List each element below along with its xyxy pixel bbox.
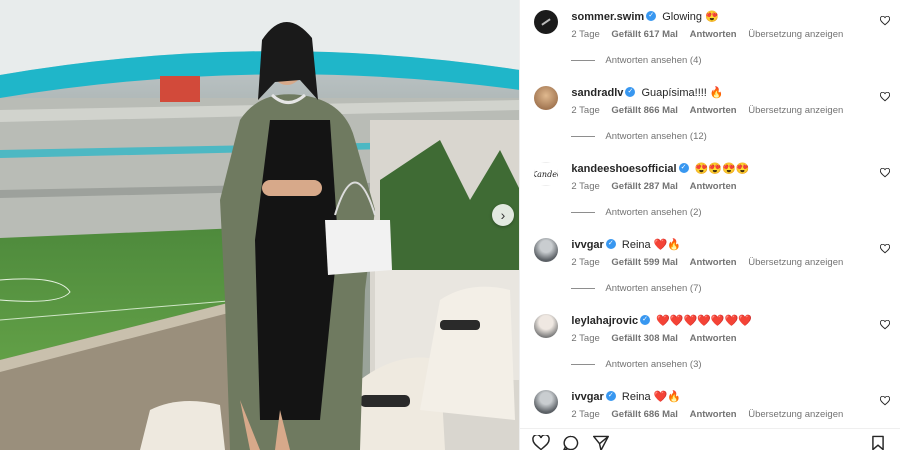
reply-button[interactable]: Antworten bbox=[690, 181, 737, 192]
comment-likes[interactable]: Gefällt 287 Mal bbox=[611, 181, 678, 192]
comment-meta: 2 Tage Gefällt 617 Mal Antworten Überset… bbox=[571, 29, 852, 40]
avatar[interactable] bbox=[534, 390, 559, 414]
heart-outline-icon[interactable] bbox=[880, 244, 891, 254]
paper-plane-icon[interactable] bbox=[592, 435, 610, 450]
view-replies-button[interactable]: Antworten ansehen (2) bbox=[571, 207, 702, 218]
bookmark-icon[interactable] bbox=[870, 435, 886, 450]
post-action-bar bbox=[520, 428, 900, 450]
divider-line bbox=[571, 135, 596, 137]
comment-time[interactable]: 2 Tage bbox=[571, 409, 599, 420]
comment-username[interactable]: ivvgar bbox=[571, 391, 603, 403]
heart-outline-icon[interactable] bbox=[880, 396, 891, 406]
reply-button[interactable]: Antworten bbox=[690, 105, 737, 116]
comment-username[interactable]: sandradlv bbox=[571, 87, 623, 99]
verified-badge-icon: ✓ bbox=[605, 391, 616, 402]
translate-link[interactable]: Übersetzung anzeigen bbox=[748, 29, 843, 40]
comment-time[interactable]: 2 Tage bbox=[571, 181, 599, 192]
view-replies-button[interactable]: Antworten ansehen (4) bbox=[571, 55, 702, 66]
comment-username[interactable]: leylahajrovic bbox=[571, 315, 638, 327]
divider-line bbox=[571, 211, 596, 213]
comment-item: sandradlv ✓ Guapísima!!!! 🔥 2 Tage Gefäll… bbox=[520, 86, 900, 156]
view-replies-button[interactable]: Antworten ansehen (12) bbox=[571, 131, 707, 142]
comment-text-line: ivvgar ✓ Reina ❤️🔥 bbox=[571, 238, 681, 251]
reply-button[interactable]: Antworten bbox=[690, 257, 737, 268]
verified-badge-icon: ✓ bbox=[646, 11, 657, 22]
translate-link[interactable]: Übersetzung anzeigen bbox=[748, 257, 843, 268]
divider-line bbox=[571, 363, 596, 365]
translate-link[interactable]: Übersetzung anzeigen bbox=[748, 409, 843, 420]
comment-text: 😍😍😍😍 bbox=[694, 163, 750, 175]
comment-item: leylahajrovic ✓ ❤️❤️❤️❤️❤️❤️❤️ 2 Tage Gef… bbox=[520, 314, 900, 384]
avatar[interactable] bbox=[534, 314, 559, 338]
view-replies-label: Antworten ansehen (12) bbox=[605, 131, 707, 142]
comment-text: ❤️❤️❤️❤️❤️❤️❤️ bbox=[656, 315, 753, 327]
comment-meta: 2 Tage Gefällt 287 Mal Antworten bbox=[571, 181, 745, 192]
comment-likes[interactable]: Gefällt 686 Mal bbox=[611, 409, 678, 420]
comment-item: ivvgar ✓ Reina ❤️🔥 2 Tage Gefällt 599 Mal… bbox=[520, 238, 900, 308]
comment-text: Reina ❤️🔥 bbox=[621, 391, 682, 403]
comment-time[interactable]: 2 Tage bbox=[571, 333, 599, 344]
heart-outline-icon[interactable] bbox=[880, 16, 891, 26]
comment-text: Glowing 😍 bbox=[662, 11, 719, 23]
comment-text-line: sandradlv ✓ Guapísima!!!! 🔥 bbox=[571, 86, 723, 99]
view-replies-label: Antworten ansehen (7) bbox=[605, 283, 702, 294]
avatar[interactable]: Kandee bbox=[534, 162, 559, 186]
comment-time[interactable]: 2 Tage bbox=[571, 29, 599, 40]
next-image-button[interactable]: › bbox=[492, 204, 514, 226]
heart-outline-icon[interactable] bbox=[880, 168, 891, 178]
comment-meta: 2 Tage Gefällt 599 Mal Antworten Überset… bbox=[571, 257, 852, 268]
reply-button[interactable]: Antworten bbox=[690, 409, 737, 420]
view-replies-button[interactable]: Antworten ansehen (3) bbox=[571, 359, 702, 370]
view-replies-label: Antworten ansehen (2) bbox=[605, 207, 702, 218]
comment-likes[interactable]: Gefällt 599 Mal bbox=[611, 257, 678, 268]
view-replies-label: Antworten ansehen (3) bbox=[605, 359, 702, 370]
comment-text: Reina ❤️🔥 bbox=[621, 239, 682, 251]
comment-text-line: sommer.swim ✓ Glowing 😍 bbox=[571, 10, 718, 23]
heart-outline-icon[interactable] bbox=[880, 320, 891, 330]
view-replies-label: Antworten ansehen (4) bbox=[605, 55, 702, 66]
heart-icon[interactable] bbox=[532, 435, 551, 450]
comment-text: Guapísima!!!! 🔥 bbox=[641, 87, 724, 99]
comment-item: ivvgar ✓ Reina ❤️🔥 2 Tage Gefällt 686 Mal… bbox=[520, 390, 900, 428]
comment-likes[interactable]: Gefällt 866 Mal bbox=[611, 105, 678, 116]
verified-badge-icon: ✓ bbox=[640, 315, 651, 326]
comment-text-line: ivvgar ✓ Reina ❤️🔥 bbox=[571, 390, 681, 403]
comment-item: Kandee kandeeshoesofficial✓ 😍😍😍😍 2 Tage … bbox=[520, 162, 900, 232]
divider-line bbox=[571, 59, 596, 61]
avatar-text: Kandee bbox=[534, 162, 559, 186]
avatar[interactable] bbox=[534, 238, 559, 262]
verified-badge-icon: ✓ bbox=[678, 163, 689, 174]
reply-button[interactable]: Antworten bbox=[690, 29, 737, 40]
comment-text-line: leylahajrovic ✓ ❤️❤️❤️❤️❤️❤️❤️ bbox=[571, 314, 752, 327]
comment-time[interactable]: 2 Tage bbox=[571, 257, 599, 268]
view-replies-button[interactable]: Antworten ansehen (7) bbox=[571, 283, 702, 294]
comment-text-line: kandeeshoesofficial ✓ 😍😍😍😍 bbox=[571, 162, 749, 175]
translate-link[interactable]: Übersetzung anzeigen bbox=[748, 105, 843, 116]
post-image[interactable]: › bbox=[0, 0, 520, 450]
comment-username[interactable]: kandeeshoesofficial bbox=[571, 163, 676, 175]
comment-meta: 2 Tage Gefällt 866 Mal Antworten Überset… bbox=[571, 105, 852, 116]
comment-icon[interactable] bbox=[562, 435, 580, 450]
comment-meta: 2 Tage Gefällt 686 Mal Antworten Überset… bbox=[571, 409, 852, 420]
comment-likes[interactable]: Gefällt 308 Mal bbox=[611, 333, 678, 344]
comment-username[interactable]: ivvgar bbox=[571, 239, 603, 251]
verified-badge-icon: ✓ bbox=[605, 239, 616, 250]
heart-outline-icon[interactable] bbox=[880, 92, 891, 102]
comments-panel: sommer.swim ✓ Glowing 😍 2 Tage Gefällt 61… bbox=[519, 0, 900, 450]
divider-line bbox=[571, 287, 596, 289]
stadium-photo bbox=[0, 0, 520, 450]
instagram-post-view: › sommer.swim ✓ Glowing 😍 2 Tage Gefällt … bbox=[0, 0, 900, 450]
comment-likes[interactable]: Gefällt 617 Mal bbox=[611, 29, 678, 40]
comment-username[interactable]: sommer.swim bbox=[571, 11, 644, 23]
comment-list[interactable]: sommer.swim ✓ Glowing 😍 2 Tage Gefällt 61… bbox=[520, 0, 900, 428]
verified-badge-icon: ✓ bbox=[625, 87, 636, 98]
comment-item: sommer.swim ✓ Glowing 😍 2 Tage Gefällt 61… bbox=[520, 10, 900, 80]
chevron-right-icon: › bbox=[500, 207, 506, 223]
avatar[interactable] bbox=[534, 10, 559, 34]
comment-meta: 2 Tage Gefällt 308 Mal Antworten bbox=[571, 333, 745, 344]
reply-button[interactable]: Antworten bbox=[690, 333, 737, 344]
comment-time[interactable]: 2 Tage bbox=[571, 105, 599, 116]
avatar[interactable] bbox=[534, 86, 559, 110]
